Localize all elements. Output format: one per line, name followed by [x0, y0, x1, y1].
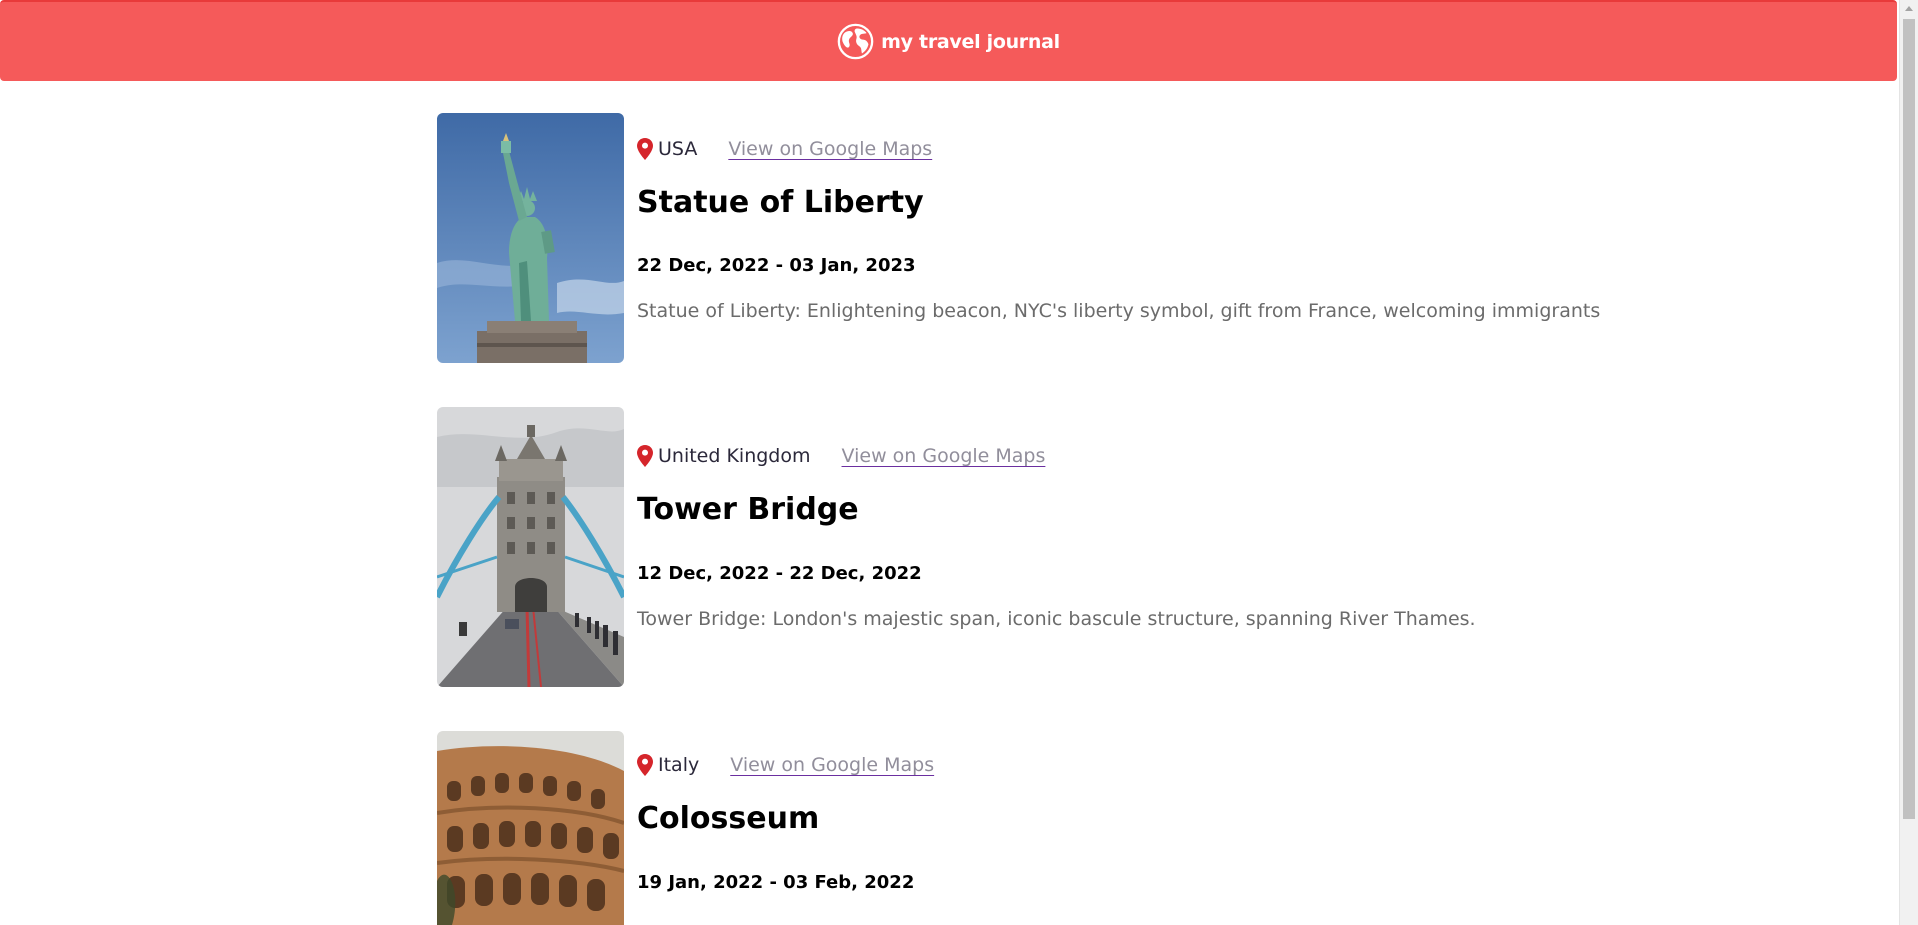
entry-title: Colosseum — [637, 801, 820, 836]
app-header: my travel journal — [0, 0, 1897, 81]
country-label: United Kingdom — [658, 445, 811, 467]
scroll-up-arrow-icon[interactable] — [1905, 6, 1913, 11]
page: my travel journal USA View on Google Map… — [0, 0, 1918, 925]
entry-dates: 12 Dec, 2022 - 22 Dec, 2022 — [637, 563, 922, 584]
location-row: United Kingdom View on Google Maps — [637, 443, 1045, 469]
google-maps-link[interactable]: View on Google Maps — [842, 445, 1046, 467]
journal-entry: Italy View on Google Maps Colosseum 19 J… — [437, 731, 1537, 925]
google-maps-link[interactable]: View on Google Maps — [730, 754, 934, 776]
entry-dates: 22 Dec, 2022 - 03 Jan, 2023 — [637, 255, 916, 276]
google-maps-link[interactable]: View on Google Maps — [728, 138, 932, 160]
location-pin-icon — [637, 754, 653, 776]
entry-title: Statue of Liberty — [637, 185, 924, 220]
entry-description: Tower Bridge: London's majestic span, ic… — [637, 608, 1476, 630]
tower-bridge-photo — [437, 407, 624, 687]
location-pin-icon — [637, 138, 653, 160]
location-row: Italy View on Google Maps — [637, 752, 934, 778]
entry-title: Tower Bridge — [637, 492, 859, 527]
globe-icon — [837, 23, 874, 60]
statue-of-liberty-photo — [437, 113, 624, 363]
scrollbar-thumb[interactable] — [1903, 19, 1915, 819]
journal-entry: United Kingdom View on Google Maps Tower… — [437, 407, 1537, 687]
entry-description: Statue of Liberty: Enlightening beacon, … — [637, 300, 1601, 322]
country-label: USA — [658, 138, 698, 160]
vertical-scrollbar[interactable] — [1899, 0, 1918, 925]
brand: my travel journal — [837, 23, 1060, 60]
colosseum-photo — [437, 731, 624, 925]
country-label: Italy — [658, 754, 700, 776]
entry-dates: 19 Jan, 2022 - 03 Feb, 2022 — [637, 872, 915, 893]
app-title: my travel journal — [881, 30, 1060, 53]
location-row: USA View on Google Maps — [637, 136, 932, 162]
location-pin-icon — [637, 445, 653, 467]
journal-entry: USA View on Google Maps Statue of Libert… — [437, 113, 1600, 363]
